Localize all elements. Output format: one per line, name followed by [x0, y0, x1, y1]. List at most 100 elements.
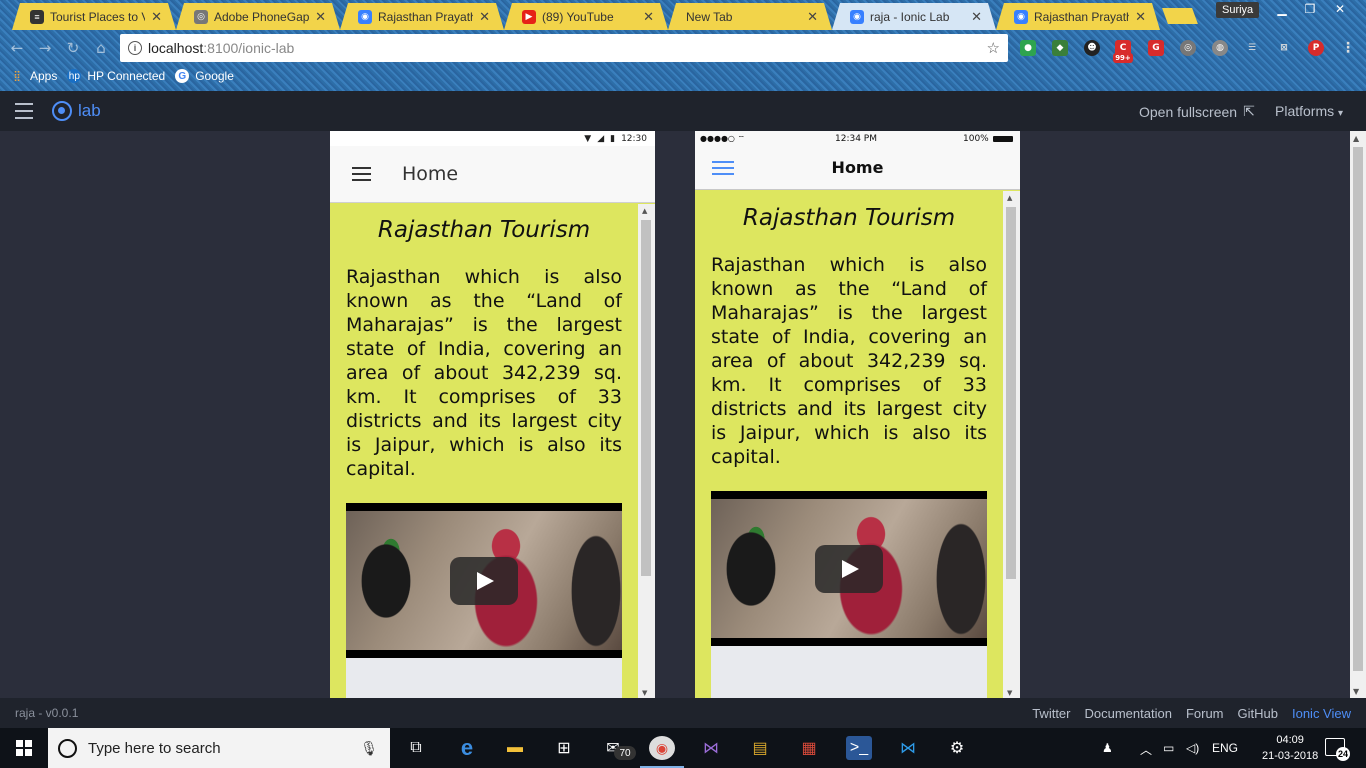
hp-icon: hp: [67, 69, 82, 83]
open-fullscreen-button[interactable]: Open fullscreen ⇱: [1139, 103, 1255, 120]
bookmark-label: Google: [195, 69, 234, 83]
menu-toggle-icon[interactable]: [352, 167, 371, 181]
page-heading: Rajasthan Tourism: [377, 217, 591, 243]
close-icon[interactable]: ✕: [1135, 9, 1146, 25]
footer-link-forum[interactable]: Forum: [1186, 706, 1224, 721]
close-icon[interactable]: ✕: [807, 9, 818, 25]
menu-dots-icon[interactable]: ⋮: [1340, 40, 1356, 56]
caret-down-icon: ▾: [1338, 108, 1344, 119]
battery-tray-icon[interactable]: ▭: [1163, 741, 1174, 755]
grammarly-icon[interactable]: G: [1148, 40, 1164, 56]
bookmark-star-icon[interactable]: ☆: [987, 39, 1000, 57]
address-bar[interactable]: i localhost:8100/ionic-lab ☆: [120, 34, 1008, 62]
platforms-dropdown[interactable]: Platforms ▾: [1275, 103, 1343, 119]
tab-ionic-lab[interactable]: ◉ raja - Ionic Lab ✕: [832, 3, 996, 30]
tab-new-tab[interactable]: New Tab ✕: [668, 3, 832, 30]
task-view-icon[interactable]: ⧉: [403, 736, 429, 760]
scroll-thumb[interactable]: [641, 220, 651, 576]
extension-icon[interactable]: ☻: [1084, 40, 1100, 56]
taskbar-search-box[interactable]: Type here to search 🎙: [48, 728, 390, 768]
action-center-icon[interactable]: 24: [1325, 738, 1350, 761]
windows-start-icon[interactable]: [16, 740, 32, 756]
bookmark-apps[interactable]: ⣿ Apps: [10, 69, 57, 83]
volume-icon[interactable]: ◁): [1186, 741, 1199, 755]
lab-preview-area: ▼ ◢ ▮ 12:30 Home Rajasthan Tourism Rajas…: [0, 131, 1350, 698]
edge-icon[interactable]: e: [454, 735, 480, 760]
footer-link-documentation[interactable]: Documentation: [1085, 706, 1172, 721]
external-link-icon: ⇱: [1243, 103, 1255, 119]
close-icon[interactable]: ✕: [151, 9, 162, 25]
language-indicator[interactable]: ENG: [1212, 741, 1238, 755]
extension-icon[interactable]: ◎: [1180, 40, 1196, 56]
bookmark-hp-connected[interactable]: hp HP Connected: [67, 69, 165, 83]
scroll-up-icon[interactable]: ▲: [1353, 134, 1359, 143]
logo-text: lab: [78, 101, 101, 120]
hamburger-menu-icon[interactable]: [15, 103, 33, 119]
back-icon[interactable]: ←: [8, 39, 26, 57]
powershell-icon[interactable]: >_: [846, 736, 872, 760]
vscode-icon[interactable]: ⋈: [895, 736, 921, 760]
tab-label: raja - Ionic Lab: [870, 9, 950, 24]
scroll-down-icon[interactable]: ▼: [642, 689, 647, 697]
tab-rajasthan-1[interactable]: ◉ Rajasthan Prayatha ✕: [340, 3, 504, 30]
app-icon[interactable]: ▤: [747, 736, 773, 760]
extension-icon[interactable]: ●: [1020, 40, 1036, 56]
scroll-thumb[interactable]: [1006, 207, 1016, 579]
scroll-up-icon[interactable]: ▲: [1007, 194, 1012, 202]
content-blank-area: [711, 646, 987, 698]
tray-chevron-icon[interactable]: ︿: [1140, 741, 1152, 758]
scroll-down-icon[interactable]: ▼: [1353, 687, 1359, 696]
page-scrollbar[interactable]: ▲ ▼: [1350, 131, 1366, 698]
reload-icon[interactable]: ↻: [64, 39, 82, 57]
close-icon[interactable]: ✕: [971, 9, 982, 25]
ionic-lab-logo: lab: [52, 101, 101, 121]
youtube-icon: ▶: [522, 10, 536, 24]
extension-icon[interactable]: ⊠: [1276, 40, 1292, 56]
restore-icon[interactable]: ❐: [1296, 0, 1324, 18]
tab-tourist-places[interactable]: ≡ Tourist Places to Vi ✕: [12, 3, 176, 30]
video-player[interactable]: [711, 491, 987, 646]
close-icon[interactable]: ✕: [479, 9, 490, 25]
scroll-thumb[interactable]: [1353, 147, 1363, 671]
file-explorer-icon[interactable]: ▬: [502, 736, 528, 760]
people-icon[interactable]: ♟: [1102, 741, 1113, 755]
info-icon[interactable]: i: [128, 41, 142, 55]
play-icon[interactable]: [815, 544, 883, 593]
bookmark-google[interactable]: G Google: [175, 69, 234, 83]
scroll-down-icon[interactable]: ▼: [1007, 689, 1012, 697]
footer-link-ionic-view[interactable]: Ionic View: [1292, 706, 1351, 721]
scroll-up-icon[interactable]: ▲: [642, 207, 647, 215]
store-icon[interactable]: ⊞: [551, 736, 577, 760]
visual-studio-icon[interactable]: ⋈: [698, 736, 724, 760]
settings-gear-icon[interactable]: ⚙: [944, 736, 970, 760]
play-icon[interactable]: [450, 556, 518, 605]
tab-label: Rajasthan Prayatha: [1034, 9, 1130, 24]
close-icon[interactable]: ✕: [315, 9, 326, 25]
open-fullscreen-label: Open fullscreen: [1139, 103, 1238, 120]
new-tab-button[interactable]: [1162, 8, 1198, 24]
minimize-icon[interactable]: ▁: [1268, 0, 1296, 18]
home-icon[interactable]: ⌂: [92, 39, 110, 57]
pinterest-icon[interactable]: P: [1308, 40, 1324, 56]
tab-youtube[interactable]: ▶ (89) YouTube ✕: [504, 3, 668, 30]
tab-rajasthan-2[interactable]: ◉ Rajasthan Prayatha ✕: [996, 3, 1160, 30]
extension-icon[interactable]: ☰: [1244, 40, 1260, 56]
google-icon: G: [175, 69, 190, 83]
profile-badge[interactable]: Suriya: [1216, 2, 1260, 18]
ios-scrollbar[interactable]: ▲ ▼: [1003, 191, 1020, 698]
microphone-icon[interactable]: 🎙: [360, 740, 378, 757]
chrome-icon[interactable]: ◉: [640, 736, 684, 768]
forward-icon[interactable]: →: [36, 39, 54, 57]
video-player[interactable]: [346, 503, 622, 658]
footer-link-github[interactable]: GitHub: [1238, 706, 1278, 721]
clock-date: 21-03-2018: [1262, 750, 1319, 762]
extension-icon[interactable]: ◍: [1212, 40, 1228, 56]
close-icon[interactable]: ✕: [643, 9, 654, 25]
footer-link-twitter[interactable]: Twitter: [1032, 706, 1070, 721]
tab-phonegap[interactable]: ◎ Adobe PhoneGap B ✕: [176, 3, 340, 30]
app-icon[interactable]: ▦: [796, 736, 822, 760]
close-window-icon[interactable]: ✕: [1326, 0, 1354, 18]
system-clock[interactable]: 04:09 21-03-2018: [1262, 732, 1318, 764]
extension-icon[interactable]: ◆: [1052, 40, 1068, 56]
android-scrollbar[interactable]: ▲ ▼: [638, 204, 655, 698]
